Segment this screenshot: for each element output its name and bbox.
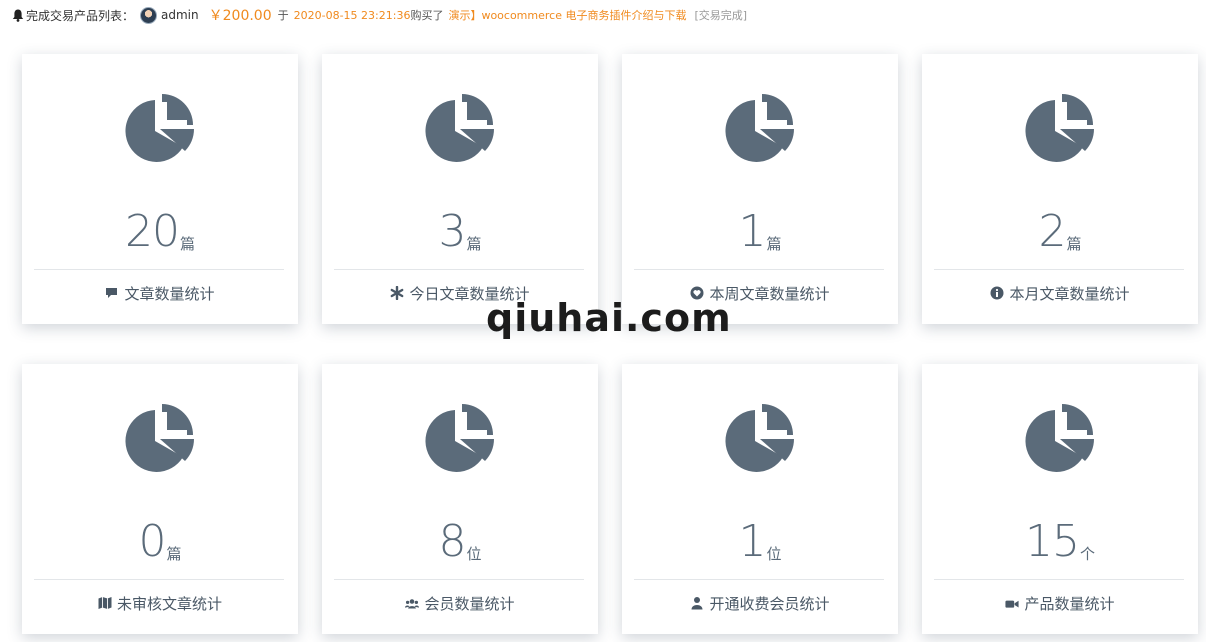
stat-unit: 位 xyxy=(466,545,482,563)
ticker-label: 完成交易产品列表： xyxy=(26,8,135,23)
video-icon xyxy=(1005,596,1020,610)
stat-value: 15 个 xyxy=(922,516,1198,568)
comment-icon xyxy=(105,286,119,300)
pie-chart-icon xyxy=(1021,404,1096,478)
stat-number: 3 xyxy=(438,206,466,257)
stat-card[interactable]: 8位 会员数量统计 xyxy=(322,364,598,634)
stat-value: 3篇 xyxy=(322,206,598,258)
avatar[interactable] xyxy=(140,6,158,24)
stat-caption: 本月文章数量统计 xyxy=(922,282,1198,304)
stat-caption-text: 产品数量统计 xyxy=(1024,594,1115,613)
divider xyxy=(634,269,884,270)
bell-icon xyxy=(12,9,24,22)
stat-card[interactable]: 1位 开通收费会员统计 xyxy=(622,364,898,634)
stat-card[interactable]: 3篇 今日文章数量统计 xyxy=(322,54,598,324)
stat-card[interactable]: 15 个 产品数量统计 xyxy=(922,364,1198,634)
stat-caption: 未审核文章统计 xyxy=(22,592,298,614)
stat-number: 8 xyxy=(438,516,466,567)
pie-chart-icon xyxy=(721,94,796,168)
ticker-status: [交易完成] xyxy=(694,9,748,22)
stat-number: 2 xyxy=(1038,206,1066,257)
stat-caption-text: 文章数量统计 xyxy=(124,284,215,303)
stat-caption-text: 未审核文章统计 xyxy=(116,594,222,613)
ticker-price: ￥200.00 xyxy=(208,8,272,24)
stat-number: 15 xyxy=(1024,516,1080,567)
divider xyxy=(934,269,1184,270)
map-icon xyxy=(98,596,112,610)
pie-chart-icon xyxy=(1021,94,1096,168)
stat-unit: 篇 xyxy=(1066,235,1082,253)
stat-caption: 产品数量统计 xyxy=(922,592,1198,614)
stat-unit: 篇 xyxy=(179,235,195,253)
ticker-username[interactable]: admin xyxy=(161,8,199,22)
stat-value: 1篇 xyxy=(622,206,898,258)
stat-unit: 篇 xyxy=(166,545,182,563)
stat-number: 0 xyxy=(138,516,166,567)
stat-value: 2篇 xyxy=(922,206,1198,258)
ticker-product-link[interactable]: 演示】woocommerce 电子商务插件介绍与下载 xyxy=(448,7,686,23)
stat-caption: 文章数量统计 xyxy=(22,282,298,304)
stat-card[interactable]: 1篇 本周文章数量统计 xyxy=(622,54,898,324)
stat-caption: 会员数量统计 xyxy=(322,592,598,614)
divider xyxy=(634,579,884,580)
stat-caption-text: 会员数量统计 xyxy=(424,594,515,613)
pie-chart-icon xyxy=(121,94,196,168)
stat-value: 8位 xyxy=(322,516,598,568)
pie-chart-icon xyxy=(721,404,796,478)
stat-card[interactable]: 0篇 未审核文章统计 xyxy=(22,364,298,634)
pie-chart-icon xyxy=(121,404,196,478)
stat-number: 20 xyxy=(124,206,180,257)
divider xyxy=(334,269,584,270)
asterisk-icon xyxy=(390,285,404,301)
stat-value: 1位 xyxy=(622,516,898,568)
ticker-preposition: 于 xyxy=(277,9,289,22)
trade-ticker: 完成交易产品列表： admin ￥200.00 于 2020-08-15 23:… xyxy=(12,4,747,26)
stat-value: 0篇 xyxy=(22,516,298,568)
ticker-action: 购买了 xyxy=(410,9,444,22)
divider xyxy=(34,269,284,270)
stat-unit: 位 xyxy=(766,545,782,563)
stat-value: 20 篇 xyxy=(22,206,298,258)
divider xyxy=(334,579,584,580)
ticker-datetime: 2020-08-15 23:21:36 xyxy=(293,8,411,22)
pie-chart-icon xyxy=(421,404,496,478)
stat-card[interactable]: 2篇 本月文章数量统计 xyxy=(922,54,1198,324)
stat-unit: 个 xyxy=(1079,545,1095,563)
pie-chart-icon xyxy=(421,94,496,168)
stat-caption-text: 本月文章数量统计 xyxy=(1009,284,1130,303)
divider xyxy=(34,579,284,580)
stat-unit: 篇 xyxy=(766,235,782,253)
stat-card[interactable]: 20 篇 文章数量统计 xyxy=(22,54,298,324)
stat-number: 1 xyxy=(738,206,766,257)
stat-unit: 篇 xyxy=(466,235,482,253)
users-icon xyxy=(405,596,420,610)
watermark: qiuhai.com xyxy=(486,296,732,340)
user-icon xyxy=(690,596,704,610)
stat-number: 1 xyxy=(738,516,766,567)
info-icon xyxy=(990,286,1004,300)
stat-caption: 开通收费会员统计 xyxy=(622,592,898,614)
divider xyxy=(934,579,1184,580)
stat-caption-text: 开通收费会员统计 xyxy=(709,594,830,613)
